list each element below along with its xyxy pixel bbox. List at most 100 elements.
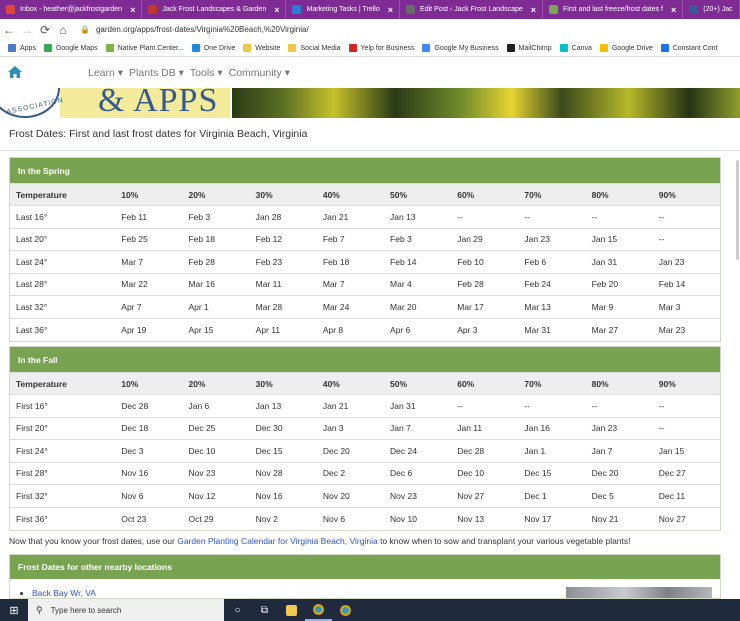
table-cell: -- — [451, 205, 519, 228]
bookmark-item[interactable]: Google Drive — [599, 44, 653, 52]
bookmark-item[interactable]: Constant Cont — [660, 44, 717, 52]
table-cell: Nov 28 — [249, 461, 317, 485]
task-view-icon[interactable]: ⧉ — [251, 599, 278, 621]
chrome-icon[interactable] — [305, 599, 332, 621]
browser-tab[interactable]: Inbox - heather@jackfrostgarden × — [0, 0, 143, 19]
tab-close-icon[interactable]: × — [531, 5, 536, 15]
menu-item[interactable]: Tools ▾ — [190, 67, 223, 79]
nearby-location-link[interactable]: Back Bay Wr, VA — [32, 588, 96, 598]
column-header: 50% — [384, 372, 452, 395]
table-cell: Dec 30 — [249, 416, 317, 440]
column-header: Temperature — [10, 372, 116, 395]
table-cell: Jan 3 — [316, 416, 385, 440]
browser-tab[interactable]: Jack Frost Landscapes & Garden × — [142, 0, 287, 19]
bookmark-item[interactable]: Google Maps — [43, 44, 98, 52]
table-row: Last 36° Apr 19 Apr 15 Apr 11 Apr 8 Apr 6 Apr … — [10, 317, 720, 341]
bookmark-item[interactable]: Social Media — [288, 44, 341, 52]
windows-start-icon[interactable]: ⊞ — [0, 604, 28, 617]
browser-tab[interactable]: First and last freeze/frost dates f × — [543, 0, 684, 19]
windows-taskbar: ⊞ ⚲ Type here to search ○ ⧉ — [0, 599, 740, 621]
home-icon[interactable]: ⌂ — [54, 23, 72, 37]
table-cell: Feb 23 — [249, 250, 317, 273]
table-cell: Feb 28 — [451, 272, 519, 296]
table-cell: Jan 31 — [585, 250, 653, 273]
bookmark-item[interactable]: Native Plant Center... — [105, 44, 184, 52]
bookmark-item[interactable]: Yelp for Business — [348, 44, 414, 52]
fall-table: Temperature 10% 20% 30% 40% 50% 60% 70% 80% 90% F… — [10, 372, 720, 530]
forward-arrow-icon[interactable]: → — [18, 23, 36, 37]
table-cell: Feb 18 — [182, 227, 250, 251]
tab-favicon-icon — [148, 5, 158, 14]
table-cell: Mar 16 — [182, 272, 250, 296]
table-cell: Apr 8 — [316, 317, 385, 341]
bookmark-item[interactable]: Canva — [559, 44, 592, 52]
menu-item[interactable]: Community ▾ — [229, 67, 290, 79]
menu-item[interactable]: Plants DB ▾ — [129, 67, 184, 79]
tab-close-icon[interactable]: × — [388, 5, 393, 15]
table-cell: -- — [652, 394, 720, 417]
table-cell: Nov 6 — [316, 506, 385, 530]
bookmark-icon — [191, 44, 200, 52]
reload-icon[interactable]: ⟳ — [36, 23, 54, 37]
site-nav: Learn ▾ Plants DB ▾ Tools ▾ Community ▾ — [0, 58, 740, 88]
table-cell: Dec 28 — [115, 394, 183, 417]
file-explorer-icon[interactable] — [278, 599, 305, 621]
chrome-icon-2[interactable] — [332, 599, 359, 621]
fall-panel: In the Fall Temperature 10% 20% 30% 40% 50% 60… — [9, 346, 721, 531]
table-cell: Nov 17 — [518, 506, 586, 530]
bookmark-item[interactable]: MailChimp — [506, 44, 552, 52]
column-header: 60% — [451, 183, 519, 206]
table-cell: Dec 11 — [652, 484, 720, 507]
table-cell: Nov 16 — [115, 461, 183, 485]
page-title: Frost Dates: First and last frost dates … — [9, 128, 308, 140]
browser-tab[interactable]: Marketing Tasks | Trello × — [286, 0, 401, 19]
table-row: Last 28° Mar 22 Mar 16 Mar 11 Mar 7 Mar 4 Feb … — [10, 272, 720, 296]
menu-item[interactable]: Learn ▾ — [88, 67, 123, 79]
table-row: First 24° Dec 3 Dec 10 Dec 15 Dec 20 Dec 24 De… — [10, 439, 720, 462]
bookmark-icon — [660, 44, 669, 52]
bookmark-icon — [422, 44, 431, 52]
tab-title: Edit Post ‹ Jack Frost Landscape — [420, 6, 523, 13]
table-cell: Jan 13 — [384, 205, 452, 228]
cortana-icon[interactable]: ○ — [224, 599, 251, 621]
column-header: 40% — [316, 372, 385, 395]
site-home-icon[interactable] — [0, 65, 30, 81]
table-cell: Feb 3 — [384, 227, 452, 251]
bookmark-label: Google Drive — [611, 44, 653, 52]
bookmark-icon — [288, 44, 297, 52]
table-cell: Nov 27 — [652, 506, 720, 530]
logo-arc-text: ASSOCIATION — [5, 97, 65, 116]
tab-favicon-icon — [406, 5, 416, 14]
bookmark-label: Social Media — [300, 44, 341, 52]
browser-tab[interactable]: (20+) Jac — [683, 0, 740, 19]
tab-close-icon[interactable]: × — [130, 5, 135, 15]
table-row: First 32° Nov 6 Nov 12 Nov 16 Nov 20 Nov 23 No… — [10, 484, 720, 507]
note-text-before: Now that you know your frost dates, use … — [9, 536, 178, 546]
browser-tab[interactable]: Edit Post ‹ Jack Frost Landscape × — [400, 0, 544, 19]
table-cell: Mar 28 — [249, 295, 317, 318]
tab-close-icon[interactable]: × — [274, 5, 279, 15]
bookmark-item[interactable]: Google My Business — [422, 44, 499, 52]
taskbar-search-box[interactable]: ⚲ Type here to search — [28, 599, 224, 621]
nearby-locations-panel: Frost Dates for other nearby locations B… — [9, 554, 721, 599]
column-header: 80% — [585, 183, 653, 206]
table-cell: Dec 25 — [182, 416, 250, 440]
bookmark-item[interactable]: One Drive — [191, 44, 235, 52]
fall-heading: In the Fall — [10, 347, 720, 372]
table-cell: Mar 23 — [652, 317, 720, 341]
url-field[interactable]: 🔒 garden.org/apps/frost-dates/Virginia%2… — [80, 25, 309, 34]
bookmark-item[interactable]: Website — [243, 44, 280, 52]
tab-close-icon[interactable]: × — [671, 5, 676, 15]
table-cell: Nov 13 — [451, 506, 519, 530]
table-cell: Last 24° — [10, 250, 116, 273]
table-cell: Dec 28 — [451, 439, 519, 462]
table-cell: Dec 15 — [518, 461, 586, 485]
column-header: 80% — [585, 372, 653, 395]
page-scrollbar[interactable] — [736, 160, 739, 260]
back-arrow-icon[interactable]: ← — [0, 23, 18, 37]
tab-title: Inbox - heather@jackfrostgarden — [20, 6, 123, 13]
bookmark-item[interactable]: Apps — [8, 44, 36, 52]
table-cell: Jan 31 — [384, 394, 452, 417]
planting-calendar-link[interactable]: Garden Planting Calendar for Virginia Be… — [177, 536, 378, 546]
table-cell: Dec 20 — [316, 439, 385, 462]
